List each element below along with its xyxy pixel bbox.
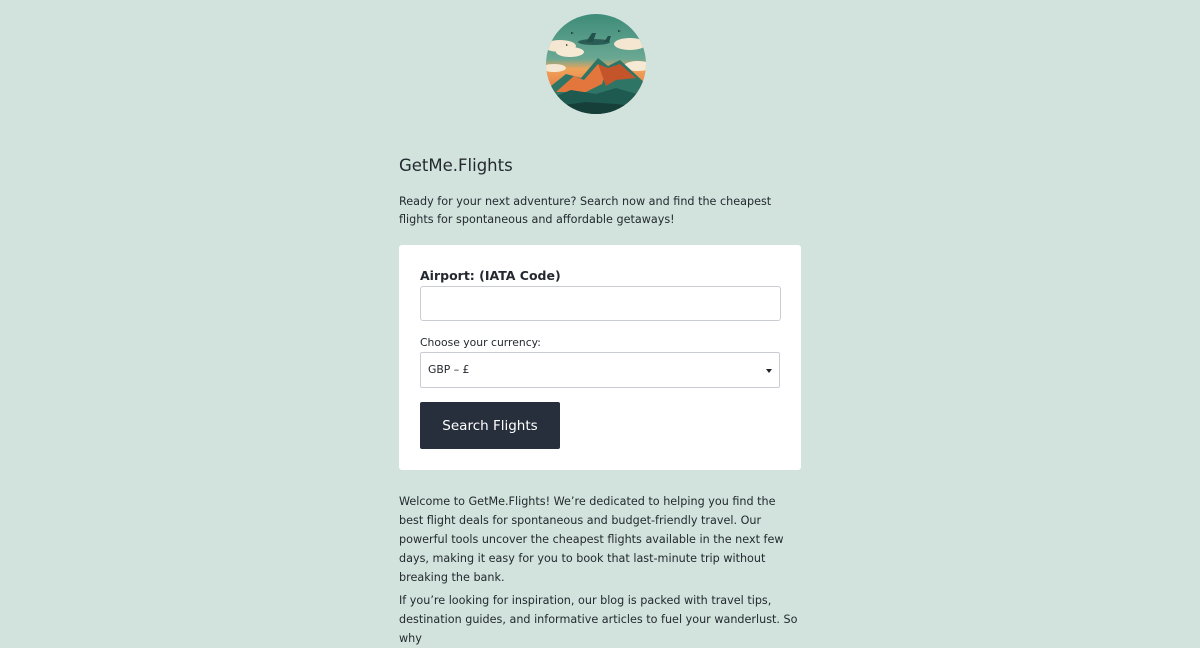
currency-selected-value: GBP – £ [428,363,470,376]
intro-text: Ready for your next adventure? Search no… [399,195,772,226]
site-title: GetMe.Flights [399,156,513,175]
currency-label: Choose your currency: [420,336,541,349]
search-flights-button[interactable]: Search Flights [420,402,560,449]
airplane-over-mountains-logo-icon [546,14,646,114]
about-paragraph: Welcome to GetMe.Flights! We’re dedicate… [399,495,784,584]
currency-select[interactable]: GBP – £ [420,352,780,388]
airport-input[interactable] [420,286,781,321]
airport-label: Airport: (IATA Code) [420,268,561,283]
chevron-down-icon [766,369,772,373]
site-logo[interactable] [546,14,646,114]
about-paragraph: If you’re looking for inspiration, our b… [399,594,798,645]
